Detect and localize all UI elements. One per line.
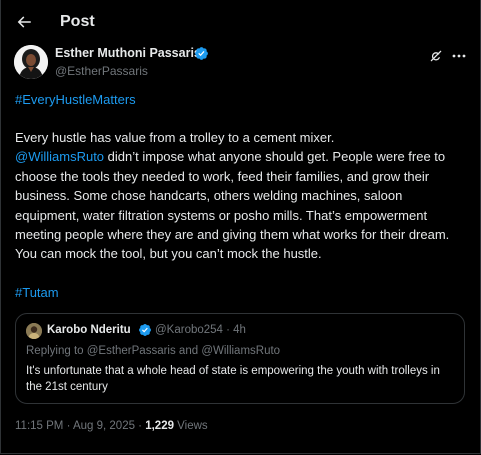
quoted-author-meta: @Karobo254 · 4h — [155, 324, 246, 336]
post-metadata: 11:15 PM · Aug 9, 2025 · 1,229 Views — [15, 420, 208, 432]
avatar-image — [26, 323, 42, 339]
hashtag-link[interactable]: #EveryHustleMatters — [15, 92, 136, 107]
author-avatar[interactable] — [14, 45, 48, 79]
post-header: Post — [1, 0, 480, 44]
timestamp[interactable]: 11:15 PM · Aug 9, 2025 · — [15, 420, 145, 432]
author-name[interactable]: Esther Muthoni Passaris — [55, 46, 201, 60]
tweet-text: Every hustle has value from a trolley to… — [15, 128, 467, 264]
tweet-text-line1: Every hustle has value from a trolley to… — [15, 130, 335, 145]
quoted-author-name: Karobo Nderitu — [47, 324, 131, 336]
quoted-reply-context: Replying to @EstherPassaris and @William… — [26, 345, 281, 357]
page-title: Post — [60, 13, 95, 30]
arrow-left-icon — [17, 16, 31, 28]
verified-badge-icon — [195, 47, 208, 60]
author-handle[interactable]: @EstherPassaris — [55, 64, 148, 78]
verified-badge-icon — [139, 324, 151, 336]
more-horizontal-icon[interactable] — [452, 54, 466, 58]
post-frame: Post Esther Muthoni Passaris @EstherPass… — [0, 0, 481, 454]
avatar-image — [14, 45, 48, 79]
views-count: 1,229 — [145, 420, 174, 432]
grok-icon[interactable] — [429, 49, 443, 63]
quoted-tweet-text: It's unfortunate that a whole head of st… — [26, 365, 440, 393]
hashtag-link[interactable]: #Tutam — [15, 285, 59, 300]
quoted-tweet[interactable]: Karobo Nderitu @Karobo254 · 4h Replying … — [15, 313, 465, 404]
quoted-author-avatar — [26, 323, 42, 339]
back-button[interactable] — [11, 9, 37, 35]
views-label: Views — [173, 420, 208, 432]
mention-link[interactable]: @WilliamsRuto — [15, 149, 104, 164]
tweet-text-rest: didn’t impose what anyone should get. Pe… — [15, 149, 450, 262]
